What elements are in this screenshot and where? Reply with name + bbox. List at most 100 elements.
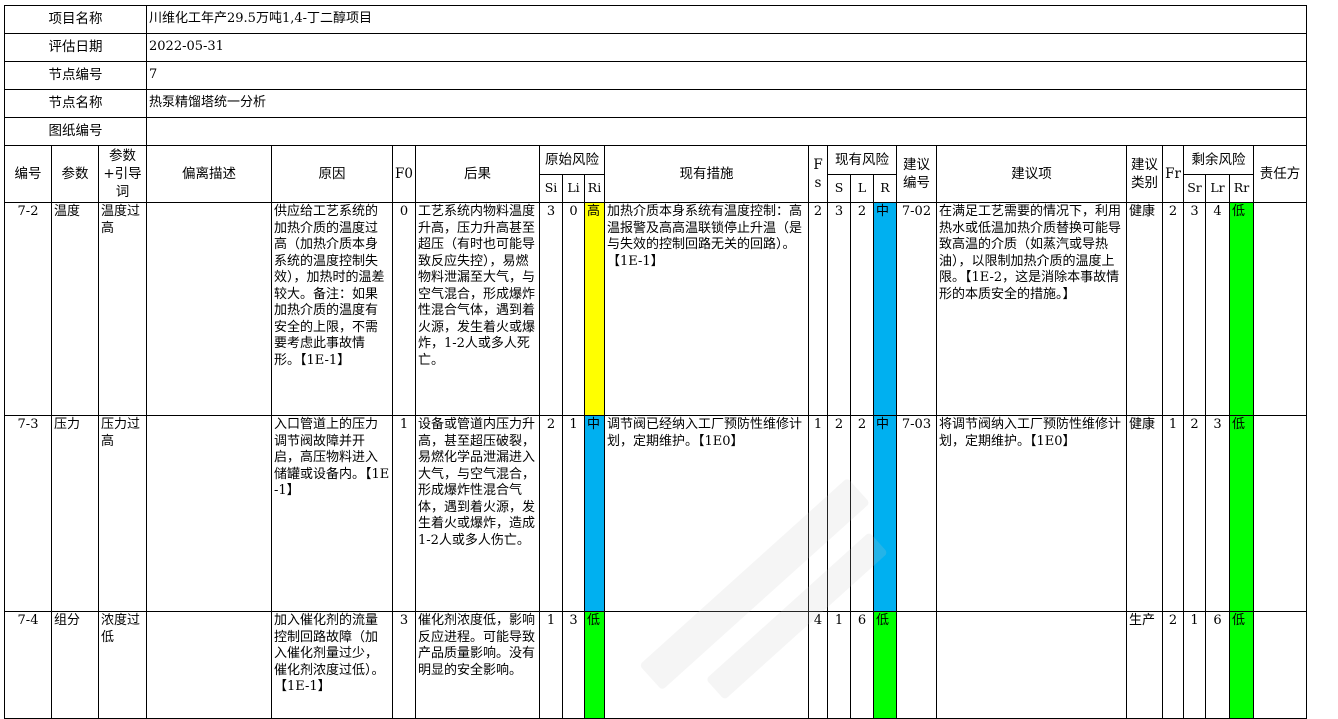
header-f0: F0 xyxy=(392,145,416,203)
row-measures xyxy=(604,611,809,719)
row-deviation xyxy=(146,611,272,719)
row-sr: 2 xyxy=(1183,415,1206,612)
row-rec: 将调节阀纳入工厂预防性维修计划，定期维护。【1E0】 xyxy=(936,415,1127,612)
row-guide: 压力过高 xyxy=(98,415,147,612)
row-sr: 1 xyxy=(1183,611,1206,719)
date-label: 评估日期 xyxy=(4,33,147,62)
row-owner xyxy=(1253,202,1307,416)
row-l: 2 xyxy=(850,415,874,612)
row-fr: 1 xyxy=(1162,415,1184,612)
row-fs: 1 xyxy=(808,415,828,612)
row-ri-badge: 高 xyxy=(584,202,605,416)
header-rec-type: 建议类别 xyxy=(1126,145,1163,203)
header-measures: 现有措施 xyxy=(604,145,809,203)
header-deviation: 偏离描述 xyxy=(146,145,272,203)
info-row-project: 项目名称 川维化工年产29.5万吨1,4-丁二醇项目 xyxy=(4,5,1307,34)
header-fs: Fs xyxy=(808,145,828,203)
header-rec-no: 建议编号 xyxy=(896,145,937,203)
row-cause: 入口管道上的压力调节阀故障并开启，高压物料进入储罐或设备内。【1E-1】 xyxy=(271,415,393,612)
info-row-node-name: 节点名称 热泵精馏塔统一分析 xyxy=(4,89,1307,118)
header-row-1: 编号 参数 参数+引导词 偏离描述 原因 F0 后果 原始风险 现有措施 Fs … xyxy=(4,144,1307,203)
header-s: S xyxy=(827,174,851,203)
project-label: 项目名称 xyxy=(4,5,147,34)
row-si: 3 xyxy=(539,202,563,416)
row-param: 温度 xyxy=(51,202,99,416)
drawing-label: 图纸编号 xyxy=(4,117,147,146)
header-guide: 参数+引导词 xyxy=(98,145,147,203)
header-orig-risk: 原始风险 xyxy=(539,144,605,176)
header-sr: Sr xyxy=(1183,174,1206,203)
row-s: 1 xyxy=(827,611,851,719)
row-deviation xyxy=(146,202,272,416)
row-ri-badge: 低 xyxy=(584,611,605,719)
row-r-badge: 中 xyxy=(873,415,897,612)
row-lr: 4 xyxy=(1205,202,1230,416)
row-consequence: 催化剂浓度低，影响反应进程。可能导致产品质量影响。没有明显的安全影响。 xyxy=(415,611,540,719)
row-cause: 加入催化剂的流量控制回路故障（加入催化剂量过少，催化剂浓度过低）。【1E-1】 xyxy=(271,611,393,719)
table-row: 7-3 压力 压力过高 入口管道上的压力调节阀故障并开启，高压物料进入储罐或设备… xyxy=(4,415,1307,612)
row-fs: 2 xyxy=(808,202,828,416)
row-no: 7-3 xyxy=(4,415,52,612)
header-ri: Ri xyxy=(584,174,605,203)
row-rec-no: 7-02 xyxy=(896,202,937,416)
row-r-badge: 中 xyxy=(873,202,897,416)
header-param: 参数 xyxy=(51,145,99,203)
row-lr: 6 xyxy=(1205,611,1230,719)
row-si: 1 xyxy=(539,611,563,719)
hazop-worksheet: 项目名称 川维化工年产29.5万吨1,4-丁二醇项目 评估日期 2022-05-… xyxy=(4,5,1307,719)
row-consequence: 设备或管道内压力升高，甚至超压破裂，易燃化学品泄漏进入大气，与空气混合，形成爆炸… xyxy=(415,415,540,612)
header-fr: Fr xyxy=(1162,145,1184,203)
row-sr: 3 xyxy=(1183,202,1206,416)
row-measures: 调节阀已经纳入工厂预防性维修计划，定期维护。【1E0】 xyxy=(604,415,809,612)
row-si: 2 xyxy=(539,415,563,612)
row-f0: 3 xyxy=(392,611,416,719)
date-value: 2022-05-31 xyxy=(146,33,1307,62)
row-guide: 温度过高 xyxy=(98,202,147,416)
header-curr-risk: 现有风险 xyxy=(827,144,897,176)
header-cause: 原因 xyxy=(271,145,393,203)
header-l: L xyxy=(850,174,874,203)
project-value: 川维化工年产29.5万吨1,4-丁二醇项目 xyxy=(146,5,1307,34)
header-si: Si xyxy=(539,174,563,203)
drawing-value xyxy=(146,117,1307,146)
row-rr-badge: 低 xyxy=(1229,202,1254,416)
row-r-badge: 低 xyxy=(873,611,897,719)
row-lr: 3 xyxy=(1205,415,1230,612)
header-r: R xyxy=(873,174,897,203)
node-name-value: 热泵精馏塔统一分析 xyxy=(146,89,1307,118)
row-fr: 2 xyxy=(1162,202,1184,416)
table-row: 7-4 组分 浓度过低 加入催化剂的流量控制回路故障（加入催化剂量过少，催化剂浓… xyxy=(4,611,1307,719)
table-row: 7-2 温度 温度过高 供应给工艺系统的加热介质的温度过高（加热介质本身系统的温… xyxy=(4,202,1307,416)
row-deviation xyxy=(146,415,272,612)
node-name-label: 节点名称 xyxy=(4,89,147,118)
row-measures: 加热介质本身系统有温度控制：高温报警及高高温联锁停止升温（是与失效的控制回路无关… xyxy=(604,202,809,416)
row-rr-badge: 低 xyxy=(1229,611,1254,719)
row-consequence: 工艺系统内物料温度升高，压力升高甚至超压（有时也可能导致反应失控），易燃物料泄漏… xyxy=(415,202,540,416)
row-rec-type: 生产 xyxy=(1126,611,1163,719)
node-no-value: 7 xyxy=(146,61,1307,90)
row-rec-no xyxy=(896,611,937,719)
row-s: 3 xyxy=(827,202,851,416)
row-ri-badge: 中 xyxy=(584,415,605,612)
header-no: 编号 xyxy=(4,145,52,203)
row-owner xyxy=(1253,611,1307,719)
row-li: 3 xyxy=(562,611,585,719)
header-lr: Lr xyxy=(1205,174,1230,203)
header-owner: 责任方 xyxy=(1253,145,1307,203)
row-no: 7-4 xyxy=(4,611,52,719)
row-f0: 1 xyxy=(392,415,416,612)
row-rec-no: 7-03 xyxy=(896,415,937,612)
row-param: 压力 xyxy=(51,415,99,612)
info-row-date: 评估日期 2022-05-31 xyxy=(4,33,1307,62)
row-l: 6 xyxy=(850,611,874,719)
row-rec-type: 健康 xyxy=(1126,202,1163,416)
info-row-node-no: 节点编号 7 xyxy=(4,61,1307,90)
row-rec xyxy=(936,611,1127,719)
header-resid-risk: 剩余风险 xyxy=(1183,144,1254,176)
header-consequence: 后果 xyxy=(415,145,540,203)
header-rr: Rr xyxy=(1229,174,1254,203)
row-cause: 供应给工艺系统的加热介质的温度过高（加热介质本身系统的温度控制失效），加热时的温… xyxy=(271,202,393,416)
row-rec: 在满足工艺需要的情况下，利用热水或低温加热介质替换可能导致高温的介质（如蒸汽或导… xyxy=(936,202,1127,416)
info-row-drawing: 图纸编号 xyxy=(4,117,1307,146)
row-param: 组分 xyxy=(51,611,99,719)
